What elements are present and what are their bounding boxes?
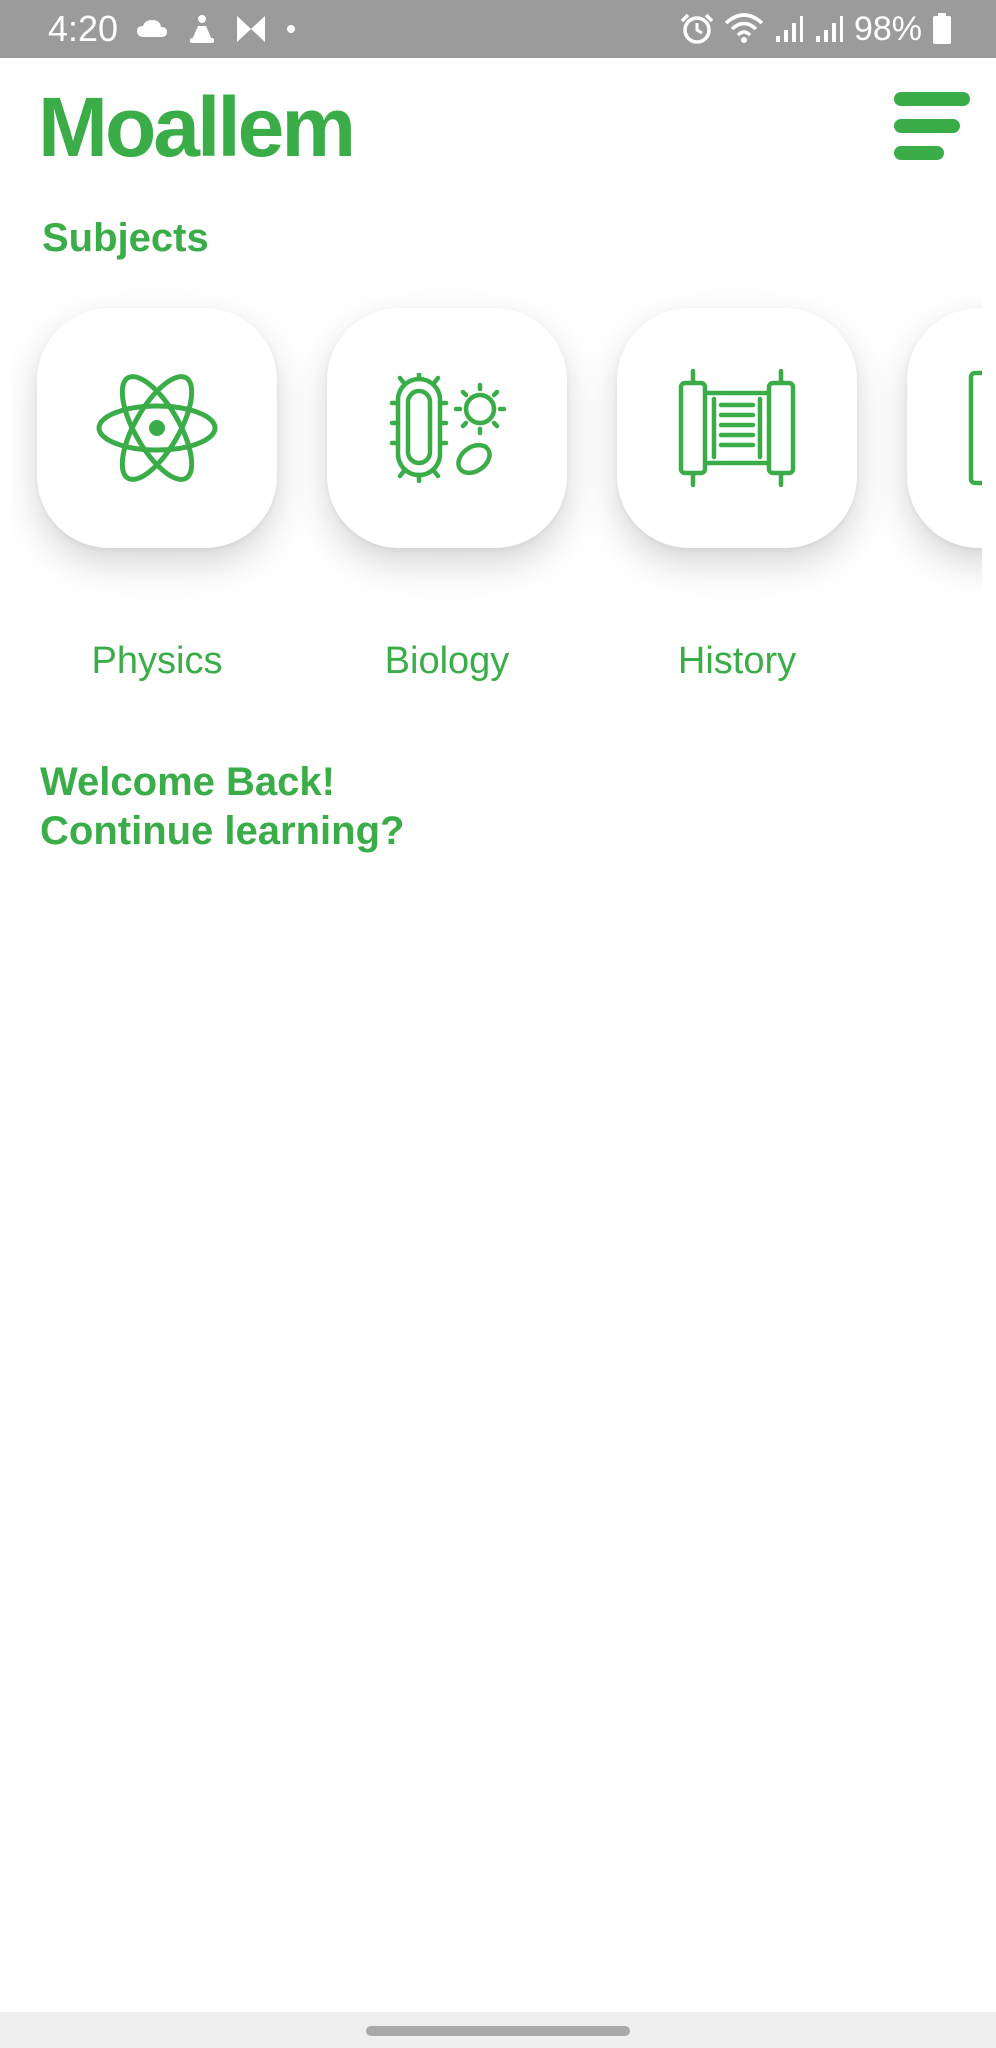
cloud-icon bbox=[136, 19, 168, 39]
subject-label: History bbox=[677, 640, 797, 682]
welcome-message: Welcome Back! Continue learning? bbox=[40, 758, 404, 856]
menu-icon-bar bbox=[894, 92, 970, 106]
subject-tile[interactable] bbox=[617, 308, 857, 548]
subject-card-biology[interactable]: Biology bbox=[302, 282, 592, 702]
atom-icon bbox=[94, 362, 220, 494]
subject-card-history[interactable]: History bbox=[592, 282, 882, 702]
subject-tile[interactable] bbox=[37, 308, 277, 548]
navigation-bar bbox=[0, 2012, 996, 2048]
accessibility-icon bbox=[188, 14, 216, 44]
subject-card-a[interactable]: A bbox=[882, 282, 982, 702]
subject-tile[interactable] bbox=[907, 308, 982, 548]
scroll-icon bbox=[677, 369, 797, 487]
continue-learning-prompt[interactable]: Continue learning? bbox=[40, 807, 404, 856]
subjects-heading: Subjects bbox=[42, 216, 209, 260]
battery-percent: 98% bbox=[853, 10, 922, 48]
document-icon bbox=[967, 369, 982, 487]
system-icons: 98% bbox=[680, 8, 952, 50]
subject-tile[interactable] bbox=[327, 308, 567, 548]
dot-icon bbox=[286, 24, 296, 34]
alarm-icon bbox=[680, 13, 714, 45]
menu-icon-bar bbox=[894, 119, 960, 133]
app-logo-icon bbox=[236, 15, 266, 43]
menu-icon-bar bbox=[894, 146, 944, 160]
subject-label: A bbox=[882, 636, 982, 686]
subject-card-physics[interactable]: Physics bbox=[12, 282, 302, 702]
bacteria-icon bbox=[384, 373, 510, 483]
battery-icon bbox=[932, 13, 952, 45]
app-title: Moallem bbox=[38, 80, 356, 174]
menu-button[interactable] bbox=[890, 88, 974, 164]
subject-label: Physics bbox=[91, 640, 223, 682]
status-time: 4:20 bbox=[48, 8, 119, 49]
notification-icons bbox=[136, 14, 296, 44]
subject-label: Biology bbox=[384, 640, 510, 682]
signal-icon bbox=[814, 14, 844, 44]
home-gesture-handle[interactable] bbox=[366, 2026, 630, 2036]
signal-icon bbox=[774, 14, 804, 44]
welcome-line: Welcome Back! bbox=[40, 760, 335, 804]
status-bar: 4:20 98% bbox=[0, 0, 996, 58]
wifi-icon bbox=[724, 13, 764, 45]
subjects-carousel[interactable]: Physics Biology History bbox=[12, 282, 982, 702]
